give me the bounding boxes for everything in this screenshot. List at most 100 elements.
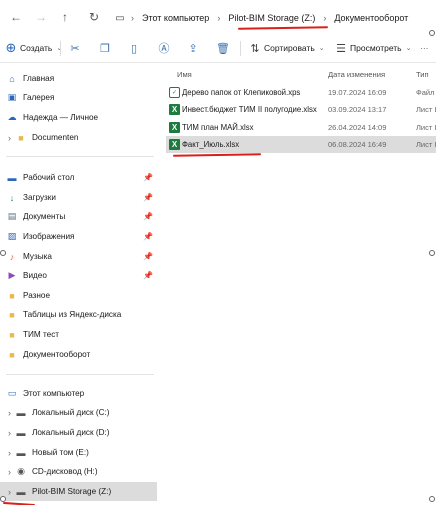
chevron-right-icon: › [8,427,11,438]
sidebar-item-onedrive[interactable]: ☁ Надежда — Личное [0,108,157,127]
toolbar-divider [60,41,61,56]
pin-icon[interactable]: 📌 [143,212,153,221]
forward-arrow-icon[interactable]: → [33,9,49,25]
file-list: Имя Дата изменения Тип ✓ Дерево папок от… [157,63,436,505]
sidebar-item-home[interactable]: ⌂ Главная [0,69,157,88]
scissors-icon: ✂ [70,42,80,55]
file-name: Факт_Июль.xlsx [182,140,240,149]
chevron-right-icon: › [8,132,11,143]
monitor-icon: ▭ [115,12,125,24]
file-row[interactable]: X ТИМ план МАЙ.xlsx 26.04.2024 14:09 Лис… [166,119,436,136]
sidebar-item-yandex-tables[interactable]: ■ Таблицы из Яндекс-диска [0,305,157,324]
plus-circle-icon: ⊕ [5,40,17,55]
view-button[interactable]: ☰ Просмотреть ⌄ [334,40,411,56]
up-arrow-icon[interactable]: ↑ [57,9,73,25]
sidebar-item-label: Галерея [23,93,55,102]
sidebar-item-pilot-bim-storage[interactable]: › ▬ Pilot-BIM Storage (Z:) [0,482,157,501]
file-row[interactable]: ✓ Дерево папок от Клепиковой.xps 19.07.2… [166,84,436,101]
breadcrumb-this-pc[interactable]: Этот компьютер [138,13,213,23]
drive-icon: ▬ [16,447,26,458]
sidebar-item-label: CD-дисковод (H:) [32,467,98,476]
pin-icon[interactable]: 📌 [143,193,153,202]
sidebar-item-label: Этот компьютер [23,389,85,398]
resize-handle[interactable] [0,250,6,256]
drive-icon: ▬ [16,407,26,418]
column-header-type[interactable]: Тип [416,70,429,79]
folder-icon: ■ [9,309,15,320]
command-bar: ⊕ Создать ⌄ ✂ ❐ ▯ Ⓐ ⇪ 🗑 ⇅ Сортировать ⌄ … [0,33,436,63]
excel-file-icon: X [169,104,180,115]
pin-icon[interactable]: 📌 [143,252,153,261]
share-button[interactable]: ⇪ [186,40,200,56]
resize-handle[interactable] [429,30,435,36]
sidebar-item-label: Видео [23,271,47,280]
gallery-icon: ▣ [7,92,17,102]
sidebar-item-documenten[interactable]: › ■ Documenten [0,128,157,147]
file-row[interactable]: X Инвест.бюджет ТИМ II полугодие.xlsx 03… [166,101,436,118]
cloud-icon: ☁ [7,112,17,122]
file-name: ТИМ план МАЙ.xlsx [182,123,254,132]
new-button[interactable]: ⊕ Создать ⌄ [4,40,63,56]
file-date: 19.07.2024 16:09 [328,88,387,97]
sidebar-item-downloads[interactable]: ↓ Загрузки 📌 [0,188,157,207]
sidebar-item-document-flow[interactable]: ■ Документооборот [0,345,157,364]
resize-handle[interactable] [0,496,6,502]
chevron-down-icon: ⌄ [405,45,412,52]
sidebar-item-label: Новый том (E:) [32,448,89,457]
more-options-button[interactable]: ··· [420,40,429,56]
paste-button[interactable]: ▯ [127,40,141,56]
rename-button[interactable]: Ⓐ [157,40,171,56]
resize-handle[interactable] [429,250,435,256]
sidebar-item-label: Главная [23,74,55,83]
pin-icon[interactable]: 📌 [143,271,153,280]
column-header-name[interactable]: Имя [177,70,192,79]
sidebar-item-music[interactable]: ♪ Музыка 📌 [0,247,157,266]
file-row[interactable]: X Факт_Июль.xlsx 06.08.2024 16:49 Лист I [166,136,436,153]
sidebar-item-tim-test[interactable]: ■ ТИМ тест [0,325,157,344]
breadcrumb-document-flow[interactable]: Документооборот [330,13,412,23]
sidebar-item-drive-e[interactable]: › ▬ Новый том (E:) [0,443,157,462]
delete-button[interactable]: 🗑 [216,40,230,56]
sidebar-item-drive-d[interactable]: › ▬ Локальный диск (D:) [0,423,157,442]
back-arrow-icon[interactable]: ← [8,9,24,25]
sidebar-item-misc[interactable]: ■ Разное [0,286,157,305]
sidebar-item-label: Надежда — Личное [23,113,99,122]
copy-button[interactable]: ❐ [98,40,112,56]
pin-icon[interactable]: 📌 [143,232,153,241]
file-date: 06.08.2024 16:49 [328,140,387,149]
excel-file-icon: X [169,122,180,133]
refresh-icon[interactable]: ↻ [86,9,102,25]
drive-icon: ▬ [16,486,26,497]
folder-icon: ■ [18,132,24,143]
column-header-date[interactable]: Дата изменения [328,70,385,79]
chevron-right-icon: › [8,407,11,418]
sidebar-item-desktop[interactable]: ▬ Рабочий стол 📌 [0,168,157,187]
breadcrumb-separator: › [323,13,327,23]
sidebar-item-documents[interactable]: ▤ Документы 📌 [0,207,157,226]
sidebar-item-cd-drive-h[interactable]: › ◉ CD-дисковод (H:) [0,462,157,481]
sidebar-item-this-pc[interactable]: ▭ Этот компьютер [0,384,157,403]
sidebar-item-pictures[interactable]: ▨ Изображения 📌 [0,227,157,246]
chevron-down-icon: ⌄ [318,45,325,52]
sidebar-item-label: Музыка [23,252,52,261]
breadcrumb-pilot-bim-storage[interactable]: Pilot-BIM Storage (Z:) [224,13,319,23]
resize-handle[interactable] [429,496,435,502]
file-type: Лист I [416,105,436,114]
sidebar-item-drive-c[interactable]: › ▬ Локальный диск (C:) [0,403,157,422]
cut-button[interactable]: ✂ [68,40,82,56]
download-icon: ↓ [9,192,15,203]
clipboard-icon: ▯ [130,42,138,55]
sidebar-item-video[interactable]: ▶ Видео 📌 [0,266,157,285]
sidebar-item-label: Таблицы из Яндекс-диска [23,310,122,319]
pin-icon[interactable]: 📌 [143,173,153,182]
file-name: Дерево папок от Клепиковой.xps [182,88,301,97]
folder-icon: ■ [9,290,15,301]
sidebar-item-gallery[interactable]: ▣ Галерея [0,88,157,107]
toolbar-divider [240,41,241,56]
sidebar-item-label: Рабочий стол [23,173,75,182]
sort-button[interactable]: ⇅ Сортировать ⌄ [248,40,325,56]
file-date: 26.04.2024 14:09 [328,123,387,132]
sidebar-item-label: Локальный диск (C:) [32,408,110,417]
folder-icon: ■ [9,349,15,360]
sidebar-item-label: Документы [23,212,66,221]
